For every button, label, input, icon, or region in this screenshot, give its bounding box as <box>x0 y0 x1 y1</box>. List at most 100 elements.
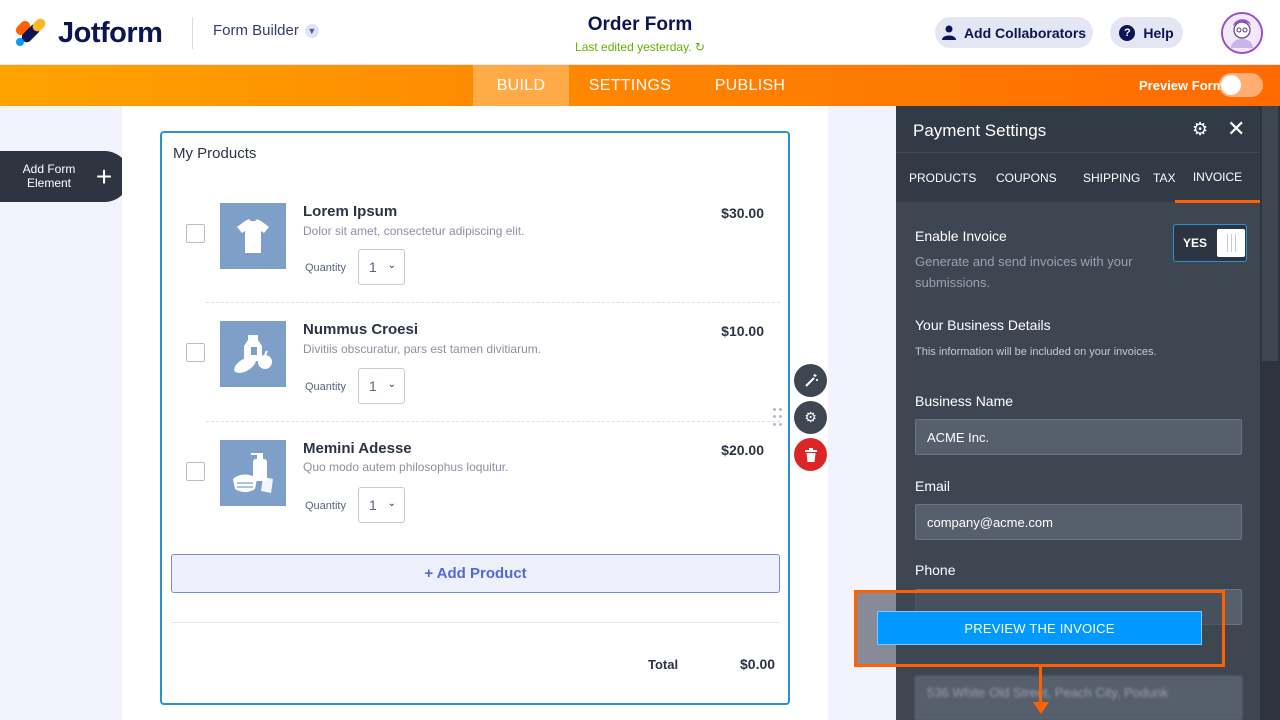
email-input[interactable]: company@acme.com <box>915 504 1242 540</box>
scrollbar-thumb[interactable] <box>1262 106 1278 361</box>
product-name: Nummus Croesi <box>303 321 419 338</box>
tab-invoice[interactable]: INVOICE <box>1175 153 1260 203</box>
add-collaborators-button[interactable]: Add Collaborators <box>935 17 1093 48</box>
close-icon[interactable]: ✕ <box>1227 116 1245 142</box>
toggle-grip-icon <box>1217 229 1245 257</box>
business-name-value: ACME Inc. <box>927 429 990 445</box>
tshirt-icon <box>220 203 286 269</box>
product-description: Quo modo autem philosophus loquitur. <box>303 460 509 474</box>
product-item: Lorem Ipsum Dolor sit amet, consectetur … <box>162 195 788 313</box>
tab-settings[interactable]: SETTINGS <box>581 65 679 106</box>
add-product-button[interactable]: + Add Product <box>171 554 780 593</box>
tab-coupons[interactable]: COUPONS <box>996 153 1057 203</box>
enable-invoice-toggle[interactable]: YES <box>1173 224 1247 262</box>
help-button[interactable]: ? Help <box>1110 17 1183 48</box>
business-name-input[interactable]: ACME Inc. <box>915 419 1242 455</box>
product-separator <box>206 421 780 422</box>
phone-label: Phone <box>915 562 956 578</box>
jotform-logo-icon <box>13 16 48 48</box>
quantity-value: 1 <box>369 259 377 275</box>
drag-handle-icon[interactable] <box>773 408 783 428</box>
quantity-select[interactable]: 1 ⌄ <box>358 487 405 523</box>
arrow-down-icon <box>1033 702 1049 714</box>
user-icon <box>941 25 956 40</box>
add-collaborators-label: Add Collaborators <box>963 24 1087 41</box>
panel-title: Payment Settings <box>913 121 1047 140</box>
preview-form-label: Preview Form <box>1139 78 1225 93</box>
chevron-down-icon: ⌄ <box>387 379 396 390</box>
quantity-label: Quantity <box>305 381 346 393</box>
help-label: Help <box>1143 24 1174 41</box>
product-description: Divitiis obscuratur, pars est tamen divi… <box>303 342 542 356</box>
quantity-select[interactable]: 1 ⌄ <box>358 249 405 285</box>
product-price: $20.00 <box>721 442 764 458</box>
form-title[interactable]: Order Form <box>540 14 740 36</box>
toggle-yes-label: YES <box>1183 236 1208 250</box>
gear-icon[interactable]: ⚙ <box>1192 119 1208 140</box>
product-price: $10.00 <box>721 323 764 339</box>
user-avatar[interactable] <box>1221 12 1263 54</box>
field-settings-button[interactable]: ⚙ <box>794 401 827 434</box>
email-label: Email <box>915 478 951 494</box>
product-item: Nummus Croesi Divitiis obscuratur, pars … <box>162 313 788 431</box>
callout-arrow-line <box>1039 667 1042 705</box>
product-separator <box>206 302 780 303</box>
total-label: Total <box>648 657 679 672</box>
panel-header: Payment Settings ⚙ ✕ <box>896 106 1260 152</box>
question-icon: ? <box>1119 24 1136 41</box>
product-list-field[interactable]: My Products Lorem Ipsum Dolor sit amet, … <box>160 131 790 705</box>
product-description: Dolor sit amet, consectetur adipiscing e… <box>303 224 525 238</box>
hygiene-icon <box>220 440 286 506</box>
toggle-knob <box>1221 75 1241 95</box>
chevron-down-icon: ⌄ <box>387 260 396 271</box>
magic-wand-button[interactable] <box>794 364 827 397</box>
products-title: My Products <box>173 145 257 162</box>
product-name: Memini Adesse <box>303 440 412 457</box>
address-textarea[interactable]: 536 White Old Street, Peach City, Podunk <box>915 676 1242 720</box>
payment-tabs: PRODUCTS COUPONS SHIPPING TAX INVOICE <box>896 152 1260 203</box>
quantity-select[interactable]: 1 ⌄ <box>358 368 405 404</box>
header-divider <box>192 17 193 49</box>
quantity-value: 1 <box>369 378 377 394</box>
delete-field-button[interactable] <box>794 438 827 471</box>
plus-icon: + <box>95 161 113 192</box>
add-form-element-button[interactable]: Add Form Element + <box>0 151 130 202</box>
enable-invoice-label: Enable Invoice <box>915 228 1007 244</box>
quantity-label: Quantity <box>305 500 346 512</box>
quantity-label: Quantity <box>305 262 346 274</box>
product-item: Memini Adesse Quo modo autem philosophus… <box>162 432 788 550</box>
tab-shipping[interactable]: SHIPPING <box>1083 153 1140 203</box>
builder-nav-bar: BUILD SETTINGS PUBLISH Preview Form <box>0 65 1280 106</box>
gear-icon: ⚙ <box>804 409 817 425</box>
business-name-label: Business Name <box>915 393 1014 409</box>
tab-publish[interactable]: PUBLISH <box>704 65 796 106</box>
avatar-illustration-icon <box>1223 14 1261 52</box>
product-price: $30.00 <box>721 205 764 221</box>
total-value: $0.00 <box>740 656 776 672</box>
total-separator <box>171 622 780 623</box>
add-form-element-label: Add Form Element <box>22 162 76 190</box>
last-edited-status: Last edited yesterday. ↻ <box>540 40 740 54</box>
groceries-icon <box>220 321 286 387</box>
chevron-down-icon: ▼ <box>304 23 319 38</box>
refresh-icon: ↻ <box>694 40 705 54</box>
preview-invoice-button[interactable]: PREVIEW THE INVOICE <box>877 611 1202 645</box>
product-checkbox[interactable] <box>186 224 205 243</box>
product-checkbox[interactable] <box>186 343 205 362</box>
jotform-logo[interactable]: Jotform <box>13 16 163 50</box>
form-builder-dropdown[interactable]: Form Builder ▼ <box>213 22 319 39</box>
product-name: Lorem Ipsum <box>303 203 398 220</box>
chevron-down-icon: ⌄ <box>387 498 396 509</box>
enable-invoice-help: Generate and send invoices with your sub… <box>915 254 1133 290</box>
top-header: Jotform Form Builder ▼ Order Form Last e… <box>0 0 1280 65</box>
preview-form-toggle[interactable] <box>1219 73 1263 97</box>
panel-scrollbar[interactable] <box>1260 106 1280 720</box>
product-checkbox[interactable] <box>186 462 205 481</box>
tab-tax[interactable]: TAX <box>1153 153 1175 203</box>
magic-wand-icon <box>804 373 818 387</box>
address-value: 536 White Old Street, Peach City, Podunk <box>927 685 1169 700</box>
tab-build[interactable]: BUILD <box>473 65 569 106</box>
logo-text: Jotform <box>58 16 163 49</box>
tab-products[interactable]: PRODUCTS <box>909 153 976 203</box>
form-builder-label: Form Builder <box>213 22 299 39</box>
